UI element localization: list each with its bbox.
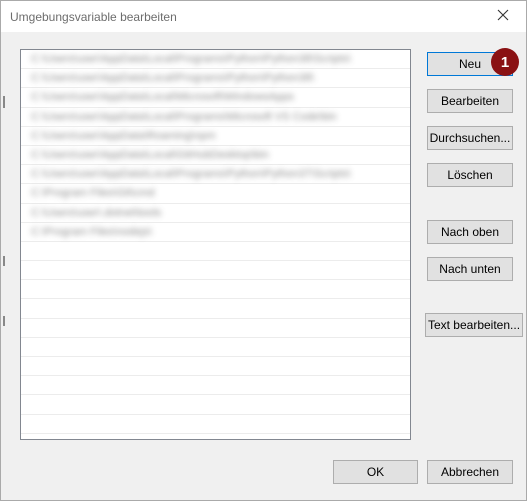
path-entry-text: C:\Users\user\AppData\Local\Programs\Mic… [31, 110, 337, 123]
path-entry-text: C:\Users\user\AppData\Local\Programs\Pyt… [31, 72, 315, 85]
list-item[interactable]: C:\Users\user\.dotnet\tools [21, 204, 410, 223]
list-item[interactable]: C:\Users\user\AppData\Roaming\npm [21, 127, 410, 146]
empty-list-row[interactable] [21, 415, 410, 434]
delete-button[interactable]: Löschen [427, 163, 513, 187]
empty-list-row[interactable] [21, 319, 410, 338]
edit-button[interactable]: Bearbeiten [427, 89, 513, 113]
empty-list-row[interactable] [21, 395, 410, 415]
path-entry-text: C:\Users\user\AppData\Local\GitHubDeskto… [31, 149, 269, 162]
list-item[interactable]: C:\Users\user\AppData\Local\GitHubDeskto… [21, 146, 410, 166]
background-edge-mark [3, 316, 5, 326]
empty-list-row[interactable] [21, 357, 410, 377]
path-entry-text: C:\Program Files\nodejs\ [31, 225, 153, 238]
path-entry-text: C:\Users\user\AppData\Local\Microsoft\Wi… [31, 91, 294, 104]
empty-list-row[interactable] [21, 338, 410, 357]
edit-text-button[interactable]: Text bearbeiten... [425, 313, 523, 337]
background-edge-mark [3, 96, 5, 108]
move-down-button[interactable]: Nach unten [427, 257, 513, 281]
close-icon [497, 9, 509, 24]
list-item[interactable]: C:\Users\user\AppData\Local\Programs\Mic… [21, 108, 410, 127]
path-entry-text: C:\Program Files\Git\cmd [31, 187, 155, 200]
empty-list-row[interactable] [21, 434, 410, 439]
list-item[interactable]: C:\Users\user\AppData\Local\Programs\Pyt… [21, 69, 410, 89]
path-entry-text: C:\Users\user\AppData\Local\Programs\Pyt… [31, 168, 351, 181]
background-edge-mark [3, 256, 5, 266]
list-item[interactable]: C:\Program Files\nodejs\ [21, 223, 410, 242]
list-item[interactable]: C:\Program Files\Git\cmd [21, 184, 410, 204]
ok-button[interactable]: OK [333, 460, 418, 484]
step-number-badge: 1 [491, 48, 519, 76]
path-entry-text: C:\Users\user\.dotnet\tools [31, 206, 162, 219]
empty-list-row[interactable] [21, 299, 410, 319]
move-up-button[interactable]: Nach oben [427, 220, 513, 244]
empty-list-row[interactable] [21, 376, 410, 396]
path-entry-text: C:\Users\user\AppData\Local\Programs\Pyt… [31, 53, 351, 66]
window-title: Umgebungsvariable bearbeiten [10, 10, 177, 24]
edit-environment-variable-dialog: Umgebungsvariable bearbeiten C:\Users\us… [0, 0, 527, 501]
browse-button[interactable]: Durchsuchen... [427, 126, 513, 150]
empty-list-row[interactable] [21, 280, 410, 300]
cancel-button[interactable]: Abbrechen [427, 460, 513, 484]
title-bar: Umgebungsvariable bearbeiten [1, 1, 526, 32]
list-item[interactable]: C:\Users\user\AppData\Local\Programs\Pyt… [21, 165, 410, 185]
path-entry-text: C:\Users\user\AppData\Roaming\npm [31, 129, 216, 142]
empty-list-row[interactable] [21, 242, 410, 262]
path-entries-list[interactable]: C:\Users\user\AppData\Local\Programs\Pyt… [20, 49, 411, 440]
list-item[interactable]: C:\Users\user\AppData\Local\Programs\Pyt… [21, 50, 410, 70]
empty-list-row[interactable] [21, 261, 410, 281]
list-item[interactable]: C:\Users\user\AppData\Local\Microsoft\Wi… [21, 88, 410, 108]
close-button[interactable] [480, 1, 526, 32]
